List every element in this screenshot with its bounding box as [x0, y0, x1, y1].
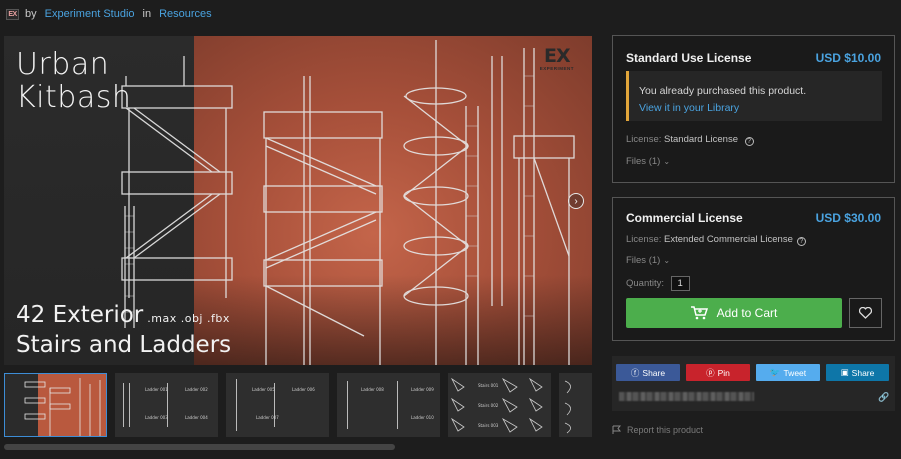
category-link[interactable]: Resources	[159, 8, 212, 20]
thumbnail-strip: Ladder 001 Ladder 002 Ladder 003 Ladder …	[4, 373, 592, 439]
flag-icon	[612, 425, 622, 434]
chevron-right-icon: ›	[574, 195, 578, 207]
thumbnail-4[interactable]: Ladder 008 Ladder 009 Ladder 010	[337, 373, 440, 437]
facebook-share-button[interactable]: ⓕ Share	[616, 364, 680, 381]
twitter-share-button[interactable]: 🐦 Tweet	[756, 364, 820, 381]
author-link[interactable]: Experiment Studio	[45, 8, 135, 20]
twitter-icon: 🐦	[769, 367, 781, 377]
thumbnail-2[interactable]: Ladder 001 Ladder 002 Ladder 003 Ladder …	[115, 373, 218, 437]
thumbnail-preview	[5, 374, 101, 436]
commercial-files-toggle[interactable]: Files (1) ⌄	[626, 255, 670, 266]
standard-license-info: License: Standard License ?	[626, 134, 754, 146]
report-product-link[interactable]: Report this product	[612, 425, 703, 435]
in-label: in	[142, 8, 152, 20]
thumbnail-6[interactable]	[559, 373, 592, 437]
standard-license-price: USD $10.00	[815, 51, 881, 65]
next-image-button[interactable]: ›	[568, 193, 584, 209]
thumbnail-preview	[564, 380, 571, 434]
linkedin-share-button[interactable]: ▣ Share	[826, 364, 889, 381]
pinterest-share-button[interactable]: ⓟ Pin	[686, 364, 750, 381]
thumbnail-preview	[450, 377, 543, 433]
standard-license-card: Standard Use License USD $10.00 You alre…	[612, 35, 895, 183]
store-logo-icon: EX	[6, 8, 19, 20]
quantity-row: Quantity: 1	[626, 276, 690, 291]
commercial-license-card: Commercial License USD $30.00 License: E…	[612, 197, 895, 341]
thumbnail-scrollbar[interactable]	[4, 444, 395, 450]
share-link-blurred	[619, 392, 754, 401]
chevron-down-icon: ⌄	[663, 256, 671, 265]
cart-icon	[690, 306, 708, 320]
thumbnail-label: Ladder 010	[411, 415, 434, 420]
copy-link-icon[interactable]: 🔗	[878, 392, 889, 402]
library-link[interactable]: View it in your Library	[639, 102, 739, 114]
thumbnail-label: Ladder 005	[252, 387, 275, 392]
brand-logo: EX EXPERIMENT	[539, 45, 574, 71]
breadcrumb: EX by Experiment Studio in Resources	[6, 6, 212, 22]
thumbnail-label: Ladder 006	[292, 387, 315, 392]
thumbnail-label: Ladder 004	[185, 415, 208, 420]
help-icon[interactable]: ?	[796, 237, 806, 246]
hero-subtitle: 42 Exterior .max .obj .fbx Stairs and Lad…	[16, 302, 232, 358]
thumbnail-3[interactable]: Ladder 005 Ladder 006 Ladder 007	[226, 373, 329, 437]
main-product-image[interactable]: Urban Kitbash 42 Exterior .max .obj .fbx …	[4, 36, 592, 365]
commercial-license-price: USD $30.00	[815, 211, 881, 225]
thumbnail-1[interactable]	[4, 373, 107, 437]
file-formats: .max .obj .fbx	[147, 312, 230, 325]
add-to-cart-button[interactable]: Add to Cart	[626, 298, 842, 328]
heart-icon	[859, 307, 872, 319]
chevron-down-icon: ⌄	[663, 157, 671, 166]
commercial-license-info: License: Extended Commercial License?	[626, 234, 806, 246]
thumbnail-label: Ladder 002	[185, 387, 208, 392]
quantity-input[interactable]: 1	[670, 276, 690, 291]
purchased-notice: You already purchased this product. View…	[626, 71, 882, 121]
wishlist-button[interactable]	[849, 298, 882, 328]
standard-license-title: Standard Use License	[626, 51, 752, 65]
hero-title: Urban Kitbash	[16, 47, 132, 115]
facebook-icon: ⓕ	[630, 367, 640, 378]
thumbnail-label: Ladder 007	[256, 415, 279, 420]
by-label: by	[25, 8, 37, 20]
thumbnail-5[interactable]: Stairs 001 Stairs 002 Stairs 003	[448, 373, 551, 437]
thumbnail-label: Ladder 009	[411, 387, 434, 392]
help-icon[interactable]: ?	[744, 137, 754, 146]
pinterest-icon: ⓟ	[706, 367, 715, 378]
thumbnail-label: Ladder 003	[145, 415, 168, 420]
standard-files-toggle[interactable]: Files (1) ⌄	[626, 156, 670, 167]
thumbnail-label: Ladder 001	[145, 387, 168, 392]
linkedin-icon: ▣	[840, 367, 849, 377]
share-panel: ⓕ Share ⓟ Pin 🐦 Tweet ▣ Share 🔗	[612, 356, 895, 411]
thumbnail-label: Ladder 008	[361, 387, 384, 392]
commercial-license-title: Commercial License	[626, 211, 743, 225]
